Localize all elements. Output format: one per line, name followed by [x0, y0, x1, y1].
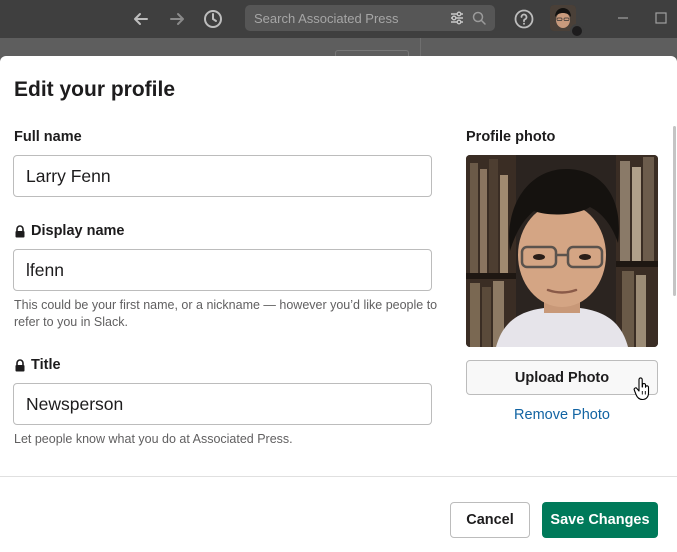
save-changes-button[interactable]: Save Changes: [542, 502, 658, 538]
full-name-value: Larry Fenn: [26, 165, 111, 186]
hand-cursor-icon: [633, 377, 650, 401]
top-bar: Search Associated Press: [0, 0, 677, 38]
modal-footer: Cancel Save Changes: [0, 476, 677, 552]
title-hint: Let people know what you do at Associate…: [14, 432, 293, 446]
full-name-label: Full name: [14, 129, 82, 145]
search-bar[interactable]: Search Associated Press: [245, 5, 495, 31]
title-input[interactable]: Newsperson: [13, 383, 432, 425]
title-value: Newsperson: [26, 393, 124, 414]
display-name-label: Display name: [10, 223, 125, 239]
edit-profile-modal: Edit your profile Full name Larry Fenn D…: [0, 56, 677, 552]
upload-photo-button[interactable]: Upload Photo: [466, 360, 658, 395]
profile-photo-label: Profile photo: [466, 129, 556, 145]
scrollbar[interactable]: [673, 126, 676, 296]
save-label: Save Changes: [550, 512, 650, 528]
maximize-icon[interactable]: [655, 10, 667, 31]
help-icon[interactable]: [513, 8, 535, 30]
display-name-value: lfenn: [26, 259, 64, 280]
title-label-text: Title: [31, 357, 61, 373]
display-name-input[interactable]: lfenn: [13, 249, 432, 291]
back-arrow-icon[interactable]: [130, 8, 152, 30]
presence-indicator: [570, 24, 584, 38]
full-name-input[interactable]: Larry Fenn: [13, 155, 432, 197]
minimize-icon[interactable]: [617, 10, 629, 31]
lock-icon: [15, 358, 25, 371]
cancel-label: Cancel: [466, 512, 514, 528]
cancel-button[interactable]: Cancel: [450, 502, 530, 538]
display-name-hint: This could be your first name, or a nick…: [14, 298, 438, 329]
profile-photo: [466, 155, 658, 347]
modal-title: Edit your profile: [14, 78, 176, 101]
full-name-label-text: Full name: [14, 129, 82, 145]
forward-arrow-icon[interactable]: [166, 8, 188, 30]
divider: [420, 38, 421, 56]
search-icon[interactable]: [471, 10, 487, 26]
upload-photo-label: Upload Photo: [514, 369, 610, 386]
display-name-label-text: Display name: [31, 223, 125, 239]
history-icon[interactable]: [202, 8, 224, 30]
filter-icon[interactable]: [449, 10, 465, 26]
lock-icon: [15, 224, 25, 237]
title-label: Title: [10, 357, 61, 373]
remove-photo-link[interactable]: Remove Photo: [466, 407, 658, 423]
search-placeholder: Search Associated Press: [254, 11, 399, 26]
dimmed-background: [0, 38, 677, 59]
